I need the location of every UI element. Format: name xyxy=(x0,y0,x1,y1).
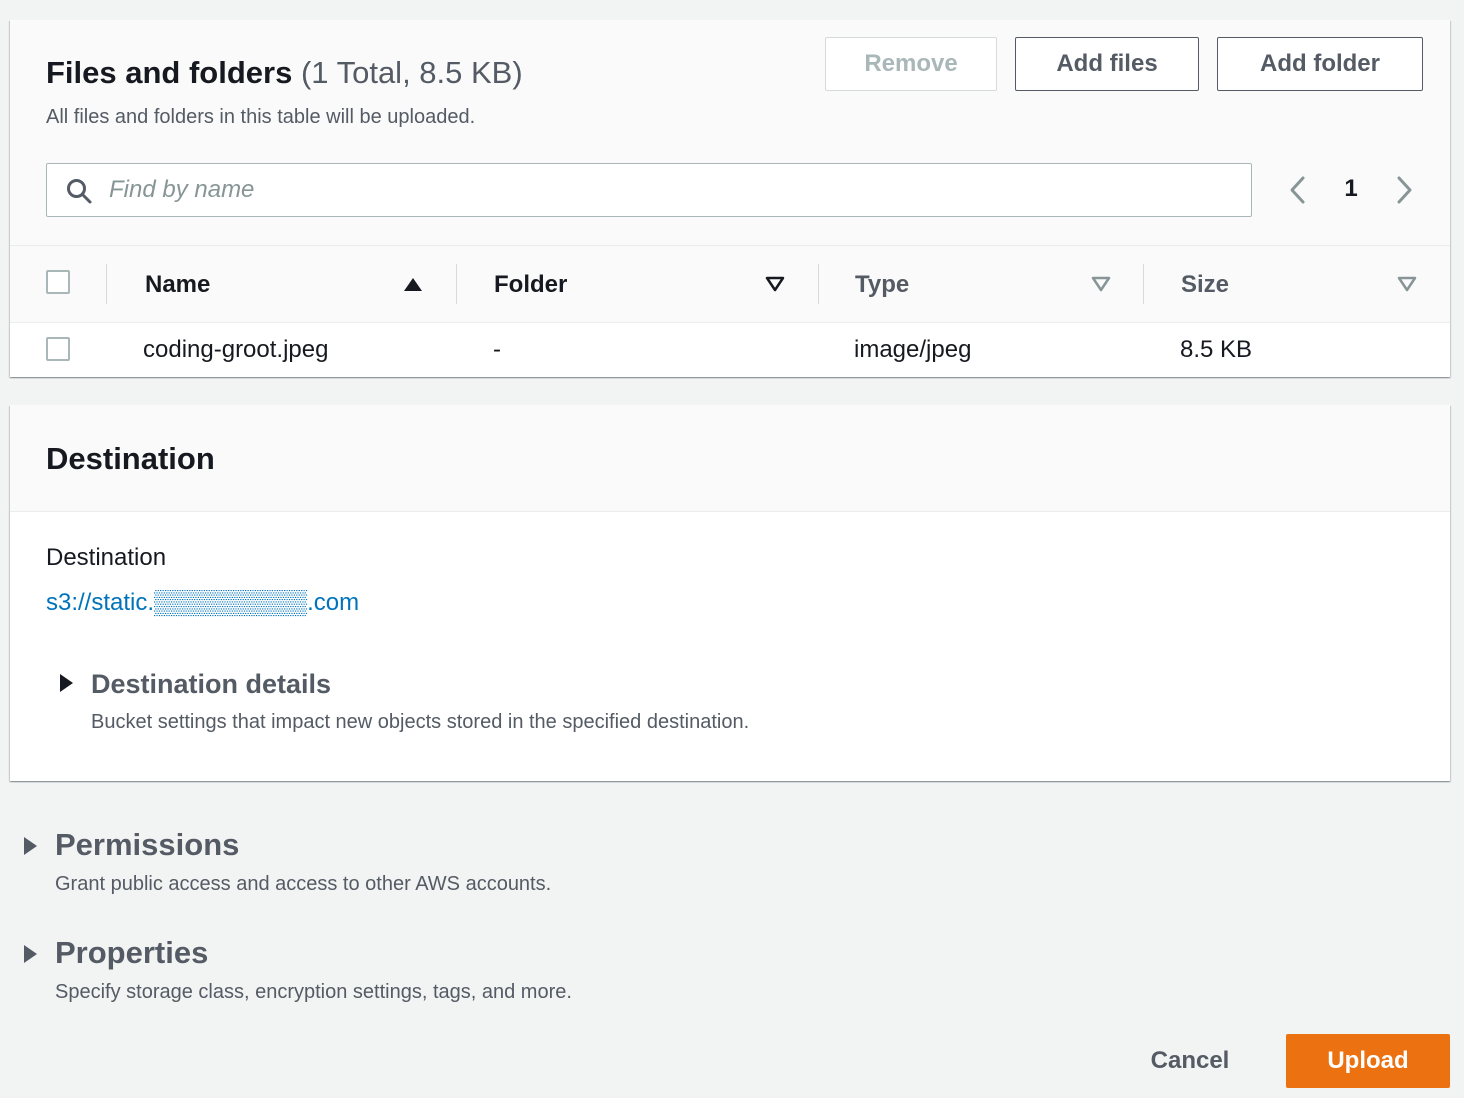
column-divider xyxy=(818,264,819,304)
size-cell: 8.5 KB xyxy=(1180,336,1253,363)
properties-description: Specify storage class, encryption settin… xyxy=(55,981,572,1003)
permissions-toggle[interactable]: Permissions xyxy=(55,827,239,863)
select-all-checkbox[interactable] xyxy=(46,270,70,294)
destination-panel: Destination Destination s3://static.▒▒▒▒… xyxy=(10,405,1450,781)
sort-descending-outline-icon[interactable] xyxy=(1396,274,1418,294)
destination-details-toggle[interactable]: Destination details xyxy=(91,669,331,700)
sort-ascending-icon[interactable] xyxy=(402,274,424,294)
file-name-cell: coding-groot.jpeg xyxy=(143,336,329,363)
destination-panel-title: Destination xyxy=(46,441,215,476)
destination-label: Destination xyxy=(46,544,167,571)
type-cell: image/jpeg xyxy=(854,336,972,363)
sort-descending-outline-icon[interactable] xyxy=(1090,274,1112,294)
pagination-current-page[interactable]: 1 xyxy=(1338,175,1364,205)
search-icon xyxy=(67,179,92,204)
sort-descending-outline-icon[interactable] xyxy=(764,274,786,294)
row-checkbox[interactable] xyxy=(46,337,70,361)
permissions-description: Grant public access and access to other … xyxy=(55,873,552,895)
files-panel-description: All files and folders in this table will… xyxy=(46,106,476,128)
column-divider xyxy=(106,264,107,304)
properties-toggle[interactable]: Properties xyxy=(55,935,208,971)
files-title-text: Files and folders xyxy=(46,55,293,90)
column-divider xyxy=(1143,264,1144,304)
folder-cell: - xyxy=(493,336,501,363)
upload-button[interactable]: Upload xyxy=(1286,1034,1450,1088)
caret-right-icon[interactable] xyxy=(22,836,38,856)
search-input[interactable] xyxy=(109,164,1239,216)
destination-panel-header: Destination xyxy=(10,405,1450,512)
table-header-row: Name Folder Type Size xyxy=(10,246,1450,323)
column-header-folder[interactable]: Folder xyxy=(494,271,567,299)
caret-right-icon[interactable] xyxy=(58,673,74,693)
chevron-right-icon[interactable] xyxy=(1392,174,1416,206)
cancel-button[interactable]: Cancel xyxy=(1120,1034,1260,1088)
table-row[interactable]: coding-groot.jpeg - image/jpeg 8.5 KB xyxy=(10,323,1450,377)
column-header-size[interactable]: Size xyxy=(1181,271,1229,299)
destination-details-description: Bucket settings that impact new objects … xyxy=(91,711,750,733)
remove-button[interactable]: Remove xyxy=(825,37,997,91)
column-divider xyxy=(456,264,457,304)
files-and-folders-panel: Files and folders (1 Total, 8.5 KB) All … xyxy=(10,20,1450,377)
files-count: (1 Total, 8.5 KB) xyxy=(300,55,523,90)
caret-right-icon[interactable] xyxy=(22,944,38,964)
add-files-button[interactable]: Add files xyxy=(1015,37,1199,91)
search-box[interactable] xyxy=(46,163,1252,217)
chevron-left-icon[interactable] xyxy=(1286,174,1310,206)
files-panel-title: Files and folders (1 Total, 8.5 KB) xyxy=(46,55,523,91)
add-folder-button[interactable]: Add folder xyxy=(1217,37,1423,91)
column-header-type[interactable]: Type xyxy=(855,271,909,299)
files-panel-header: Files and folders (1 Total, 8.5 KB) All … xyxy=(10,20,1450,246)
destination-link[interactable]: s3://static.▒▒▒▒▒▒▒▒▒.com xyxy=(46,589,359,617)
column-header-name[interactable]: Name xyxy=(145,271,210,299)
